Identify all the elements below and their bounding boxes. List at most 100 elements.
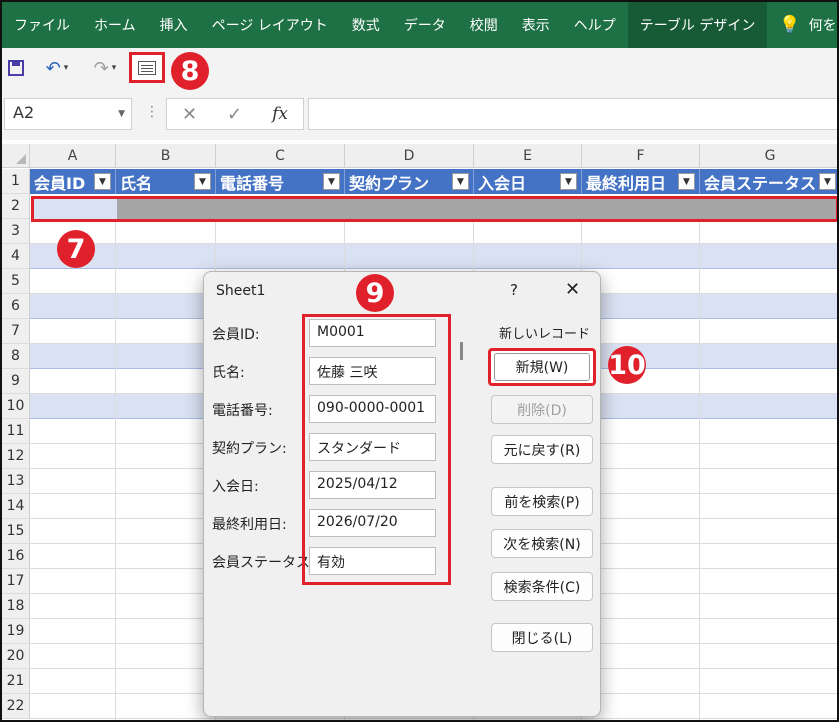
excel-window: ファイル ホーム 挿入 ページ レイアウト 数式 データ 校閲 表示 ヘルプ テ… — [0, 0, 839, 722]
column-header-g[interactable]: G — [700, 144, 837, 168]
row-header[interactable]: 16 — [2, 544, 30, 569]
selected-row-2[interactable] — [31, 196, 837, 222]
undo-button[interactable]: ↶ ▾ — [38, 48, 76, 88]
table-header-cell[interactable]: 会員ステータス ▼ — [700, 169, 837, 194]
column-header-a[interactable]: A — [30, 144, 116, 168]
row-header[interactable]: 19 — [2, 619, 30, 644]
active-cell-a2[interactable] — [34, 199, 117, 219]
find-next-button[interactable]: 次を検索(N) — [491, 529, 593, 558]
table-header-cell[interactable]: 電話番号 ▼ — [216, 169, 345, 194]
redo-icon: ↷ — [93, 57, 109, 79]
field-label: 入会日: — [212, 479, 259, 495]
filter-dropdown-icon[interactable]: ▼ — [678, 173, 695, 190]
table-header-cell[interactable]: 入会日 ▼ — [474, 169, 582, 194]
cancel-icon[interactable]: ✕ — [182, 104, 197, 125]
filter-dropdown-icon[interactable]: ▼ — [452, 173, 469, 190]
row-header[interactable]: 15 — [2, 519, 30, 544]
table-header-cell[interactable]: 最終利用日 ▼ — [582, 169, 700, 194]
field-label: 契約プラン: — [212, 441, 287, 457]
gridline — [699, 219, 700, 720]
row-header[interactable]: 22 — [2, 694, 30, 719]
row-header[interactable]: 5 — [2, 269, 30, 294]
help-button[interactable]: ? — [510, 281, 518, 299]
column-header-d[interactable]: D — [345, 144, 474, 168]
row-header[interactable]: 18 — [2, 594, 30, 619]
row-header[interactable]: 17 — [2, 569, 30, 594]
row-header[interactable]: 10 — [2, 394, 30, 419]
save-icon[interactable] — [5, 48, 27, 88]
data-form-dialog: Sheet1 ? ✕ 会員ID: M0001 氏名: 佐藤 三咲 電話番号: 0… — [203, 271, 646, 717]
new-button-label: 新規(W) — [494, 353, 590, 381]
formula-input[interactable] — [308, 98, 837, 130]
filter-dropdown-icon[interactable]: ▼ — [323, 173, 340, 190]
row-header[interactable]: 3 — [2, 219, 30, 244]
dialog-title-bar: Sheet1 ? ✕ — [204, 272, 600, 310]
row-header[interactable]: 1 — [2, 169, 30, 194]
row-header[interactable]: 13 — [2, 469, 30, 494]
row-header[interactable]: 14 — [2, 494, 30, 519]
header-label: 入会日 — [478, 173, 527, 193]
table-header-cell[interactable]: 氏名 ▼ — [116, 169, 216, 194]
column-header-c[interactable]: C — [216, 144, 345, 168]
tab-review[interactable]: 校閲 — [458, 2, 510, 48]
step-badge-9: 9 — [356, 274, 394, 312]
table-header-row: 会員ID ▼ 氏名 ▼ 電話番号 ▼ 契約プラン ▼ 入会日 ▼ 最終利用日 ▼ — [30, 169, 837, 194]
tab-view[interactable]: 表示 — [510, 2, 562, 48]
row-header[interactable]: 4 — [2, 244, 30, 269]
column-header-e[interactable]: E — [474, 144, 582, 168]
tab-insert[interactable]: 挿入 — [148, 2, 200, 48]
row-header[interactable]: 20 — [2, 644, 30, 669]
tab-page-layout[interactable]: ページ レイアウト — [200, 2, 340, 48]
header-label: 会員ID — [34, 173, 86, 193]
column-header-b[interactable]: B — [116, 144, 216, 168]
tab-data[interactable]: データ — [392, 2, 458, 48]
name-box[interactable]: A2 ▼ — [4, 98, 132, 130]
tab-home[interactable]: ホーム — [82, 2, 148, 48]
formula-bar-grip: ⋮ — [145, 104, 159, 120]
insert-function-icon[interactable]: fx — [272, 104, 288, 124]
row-header[interactable]: 11 — [2, 419, 30, 444]
row-header[interactable]: 9 — [2, 369, 30, 394]
tab-file[interactable]: ファイル — [2, 2, 82, 48]
tab-formulas[interactable]: 数式 — [340, 2, 392, 48]
tab-help[interactable]: ヘルプ — [562, 2, 628, 48]
column-header-f[interactable]: F — [582, 144, 700, 168]
filter-dropdown-icon[interactable]: ▼ — [194, 173, 211, 190]
tell-me-search[interactable]: 💡 何をしま — [767, 2, 837, 48]
filter-dropdown-icon[interactable]: ▼ — [819, 173, 836, 190]
record-scrollbar[interactable] — [460, 342, 463, 360]
header-label: 最終利用日 — [586, 173, 667, 193]
new-record-button[interactable]: 新規(W) — [488, 348, 596, 386]
select-all-corner[interactable] — [2, 144, 30, 168]
table-header-cell[interactable]: 会員ID ▼ — [30, 169, 116, 194]
filter-dropdown-icon[interactable]: ▼ — [560, 173, 577, 190]
redo-button[interactable]: ↷ ▾ — [86, 48, 124, 88]
row-header[interactable]: 2 — [2, 194, 30, 219]
restore-button[interactable]: 元に戻す(R) — [491, 435, 593, 464]
table-row[interactable] — [30, 219, 837, 244]
formula-bar: A2 ▼ ⋮ ✕ ✓ fx — [2, 94, 837, 140]
field-label: 電話番号: — [212, 403, 273, 419]
row-header[interactable]: 12 — [2, 444, 30, 469]
row-header[interactable]: 8 — [2, 344, 30, 369]
table-header-cell[interactable]: 契約プラン ▼ — [345, 169, 474, 194]
row-header[interactable]: 6 — [2, 294, 30, 319]
tab-table-design[interactable]: テーブル デザイン — [627, 2, 768, 48]
enter-icon[interactable]: ✓ — [227, 104, 242, 125]
close-icon[interactable]: ✕ — [565, 279, 580, 300]
form-button[interactable] — [129, 52, 165, 83]
table-row[interactable] — [30, 244, 837, 269]
gridline — [115, 219, 116, 720]
header-label: 会員ステータス — [704, 173, 817, 193]
find-prev-button[interactable]: 前を検索(P) — [491, 487, 593, 516]
filter-dropdown-icon[interactable]: ▼ — [94, 173, 111, 190]
close-button[interactable]: 閉じる(L) — [491, 623, 593, 652]
delete-button[interactable]: 削除(D) — [491, 395, 593, 424]
row-header[interactable]: 7 — [2, 319, 30, 344]
undo-icon: ↶ — [45, 57, 61, 79]
field-label: 会員ID: — [212, 327, 260, 343]
fields-highlight — [302, 314, 451, 585]
row-header[interactable]: 21 — [2, 669, 30, 694]
criteria-button[interactable]: 検索条件(C) — [491, 572, 593, 601]
formula-buttons: ✕ ✓ fx — [166, 98, 304, 130]
